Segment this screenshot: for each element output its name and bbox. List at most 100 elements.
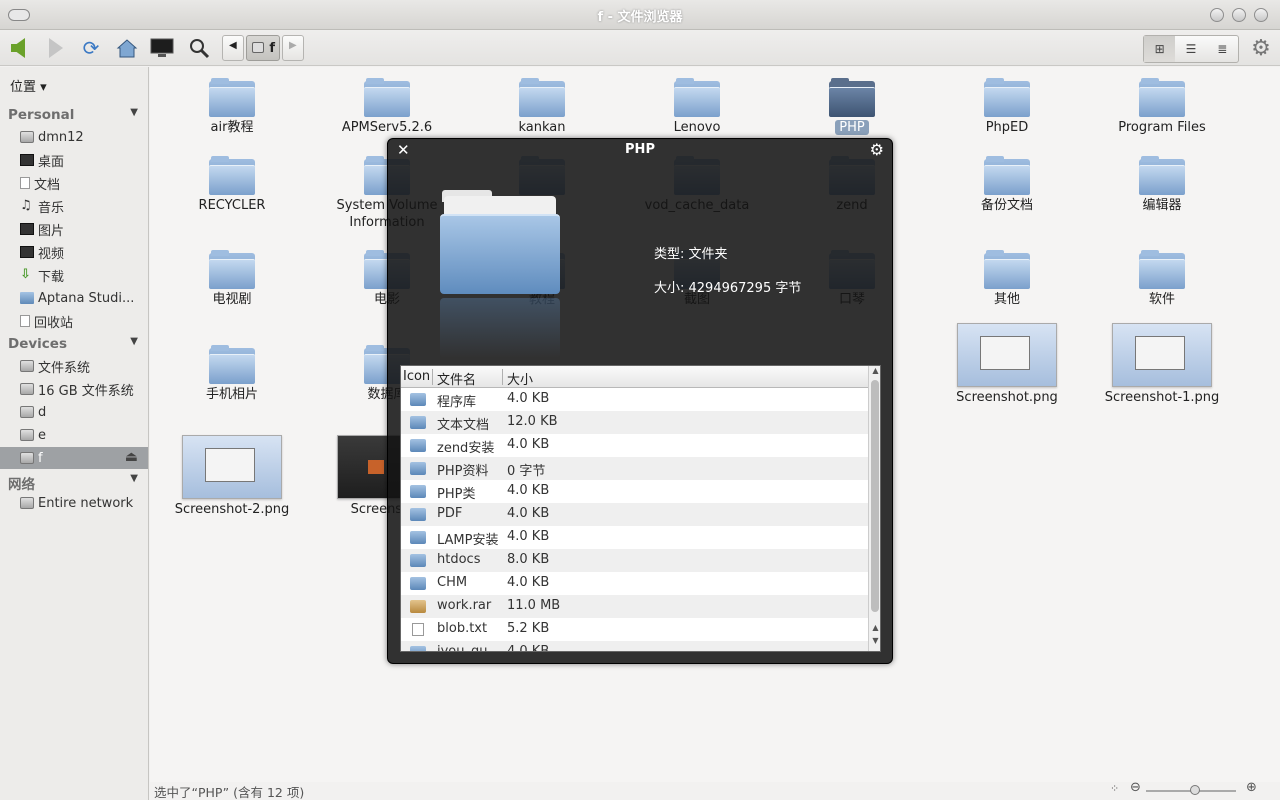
sidebar-item-label: 回收站 <box>34 315 74 331</box>
sidebar-item[interactable]: 回收站 <box>0 310 148 332</box>
detail-list-icon: ≣ <box>1217 42 1228 56</box>
back-button[interactable] <box>7 35 33 61</box>
list-row[interactable]: htdocs 8.0 KB <box>401 549 868 572</box>
close-button[interactable] <box>1254 8 1268 22</box>
folder-item[interactable]: 其他 <box>932 250 1082 308</box>
image-file-item[interactable]: Screenshot.png <box>932 323 1082 406</box>
triangle-down-icon: ▼ <box>130 336 138 347</box>
sidebar-item[interactable]: dmn12 <box>0 126 148 148</box>
list-view-button[interactable]: ☰ <box>1175 36 1206 62</box>
toolbar: ⟳ ◀ f ▶ ⊞ ☰ ≣ ⚙ <box>0 30 1280 66</box>
sidebar-item[interactable]: ⇩ 下载 <box>0 264 148 286</box>
sidebar-item[interactable]: 视频 <box>0 241 148 263</box>
row-file-size: 4.0 KB <box>507 506 550 521</box>
reload-button[interactable]: ⟳ <box>78 35 104 61</box>
path-button-f[interactable]: f <box>246 35 280 61</box>
section-devices-header[interactable]: Devices ▼ <box>8 336 138 352</box>
sidebar-item[interactable]: e <box>0 424 148 446</box>
folder-item[interactable]: air教程 <box>157 78 307 136</box>
minimize-button[interactable] <box>1210 8 1224 22</box>
folder-item[interactable]: 编辑器 <box>1087 156 1237 214</box>
sidebar-item[interactable]: Entire network <box>0 492 148 514</box>
list-row[interactable]: 文本文档 12.0 KB <box>401 411 868 434</box>
folder-item[interactable]: PHP <box>777 78 927 136</box>
folder-item[interactable]: PhpED <box>932 78 1082 136</box>
file-name-label: 其他 <box>993 292 1020 307</box>
image-file-item[interactable]: Screenshot-1.png <box>1087 323 1237 406</box>
scroll-up-icon[interactable]: ▲ <box>869 366 880 375</box>
section-network-header[interactable]: 网络 ▼ <box>8 473 138 493</box>
folder-icon <box>410 439 426 452</box>
list-scrollbar[interactable]: ▲ ▲ ▼ <box>868 366 880 651</box>
list-row[interactable]: 程序库 4.0 KB <box>401 388 868 411</box>
scroll-up-icon[interactable]: ▲ <box>869 623 880 632</box>
icon-view-button[interactable]: ⊞ <box>1144 36 1176 62</box>
file-name-label: Screenshot.png <box>956 390 1058 405</box>
file-name-label: 手机相片 <box>205 387 258 402</box>
list-row[interactable]: PHP类 4.0 KB <box>401 480 868 503</box>
forward-arrow-icon <box>49 38 63 58</box>
list-row[interactable]: blob.txt 5.2 KB <box>401 618 868 641</box>
sidebar-item-label: f <box>38 450 43 466</box>
list-row[interactable]: work.rar 11.0 MB <box>401 595 868 618</box>
sidebar-item[interactable]: 图片 <box>0 218 148 240</box>
folder-item[interactable]: 手机相片 <box>157 345 307 403</box>
sidebar-item[interactable]: f ⏏ <box>0 447 148 469</box>
scrollbar-thumb[interactable] <box>871 380 879 612</box>
path-scroll-left[interactable]: ◀ <box>222 35 244 61</box>
folder-item[interactable]: Lenovo <box>622 78 772 136</box>
search-button[interactable] <box>186 35 212 61</box>
folder-icon <box>519 78 565 117</box>
computer-button[interactable] <box>149 35 175 61</box>
column-header-size[interactable]: 大小 <box>507 369 533 388</box>
folder-item[interactable]: Program Files <box>1087 78 1237 136</box>
list-row[interactable]: LAMP安装 4.0 KB <box>401 526 868 549</box>
sidebar: 位置 ▾ Personal ▼ dmn12 桌面 文档 ♫ 音乐 图片 视频 ⇩ 下载 Aptana… <box>0 67 149 800</box>
list-row[interactable]: jyou_gu... 4.0 KB <box>401 641 868 651</box>
sidebar-item[interactable]: 桌面 <box>0 149 148 171</box>
row-file-name: 程序库 <box>437 395 477 410</box>
preview-settings-button[interactable]: ⚙ <box>870 140 884 159</box>
maximize-button[interactable] <box>1232 8 1246 22</box>
folder-item[interactable]: 软件 <box>1087 250 1237 308</box>
sidebar-item[interactable]: d <box>0 401 148 423</box>
image-file-item[interactable]: Screenshot-2.png <box>157 435 307 518</box>
zoom-in-button[interactable]: ⊕ <box>1246 780 1257 795</box>
folder-icon <box>20 292 34 304</box>
sidebar-item[interactable]: 文件系统 <box>0 355 148 377</box>
list-row[interactable]: PDF 4.0 KB <box>401 503 868 526</box>
zoom-slider-handle[interactable] <box>1190 785 1200 795</box>
column-header-icon[interactable]: Icon <box>403 369 430 384</box>
settings-button[interactable]: ⚙ <box>1248 35 1274 61</box>
folder-item[interactable]: 备份文档 <box>932 156 1082 214</box>
list-row[interactable]: PHP资料 0 字节 <box>401 457 868 480</box>
row-file-name: PHP类 <box>437 487 476 502</box>
layout-icon: ⁘ <box>1110 782 1120 795</box>
row-file-name: htdocs <box>437 552 481 567</box>
row-file-name: 文本文档 <box>437 418 490 433</box>
sidebar-item[interactable]: 文档 <box>0 172 148 194</box>
sidebar-item[interactable]: ♫ 音乐 <box>0 195 148 217</box>
folder-item[interactable]: RECYCLER <box>157 156 307 214</box>
path-scroll-right[interactable]: ▶ <box>282 35 304 61</box>
row-file-size: 4.0 KB <box>507 437 550 452</box>
row-file-size: 4.0 KB <box>507 483 550 498</box>
list-row[interactable]: CHM 4.0 KB <box>401 572 868 595</box>
view-mode-switcher: ⊞ ☰ ≣ <box>1143 35 1239 63</box>
sidebar-item[interactable]: Aptana Studi... <box>0 287 148 309</box>
eject-icon[interactable]: ⏏ <box>125 449 138 465</box>
folder-item[interactable]: 电视剧 <box>157 250 307 308</box>
location-dropdown[interactable]: 位置 ▾ <box>10 76 47 95</box>
zoom-out-button[interactable]: ⊖ <box>1130 780 1141 795</box>
folder-item[interactable]: APMServ5.2.6 <box>312 78 462 136</box>
section-personal-header[interactable]: Personal ▼ <box>8 107 138 123</box>
forward-button[interactable] <box>43 35 69 61</box>
sidebar-item[interactable]: 16 GB 文件系统 <box>0 378 148 400</box>
column-header-name[interactable]: 文件名 <box>437 369 476 388</box>
list-row[interactable]: zend安装 4.0 KB <box>401 434 868 457</box>
preview-file-list[interactable]: Icon 文件名 大小 程序库 4.0 KB 文本文档 12.0 KB zend安装 4.… <box>400 365 881 652</box>
scroll-down-icon[interactable]: ▼ <box>869 636 880 645</box>
compact-view-button[interactable]: ≣ <box>1207 36 1238 62</box>
home-button[interactable] <box>114 35 140 61</box>
folder-item[interactable]: kankan <box>467 78 617 136</box>
